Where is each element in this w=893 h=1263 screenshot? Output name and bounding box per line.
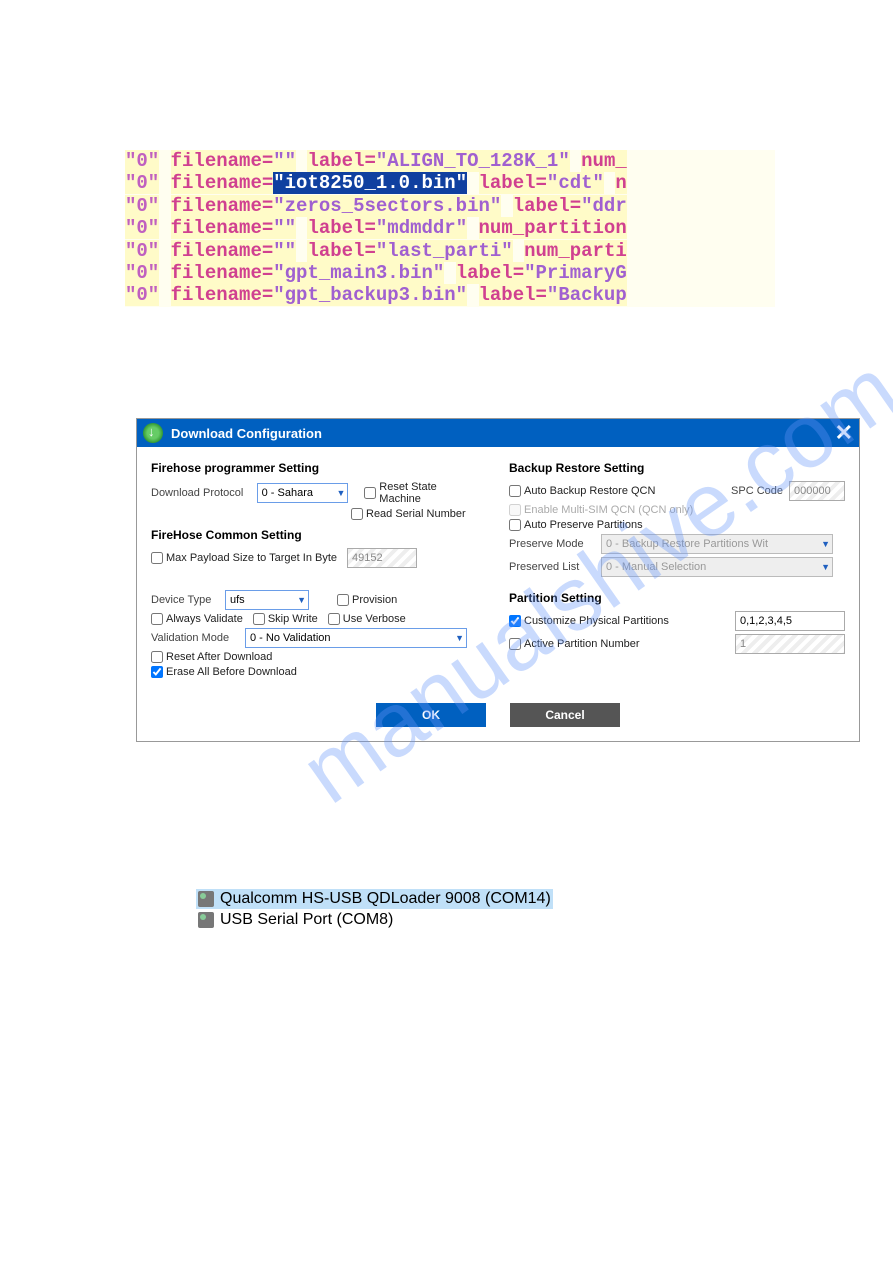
validation-mode-label: Validation Mode xyxy=(151,632,239,644)
ok-button[interactable]: OK xyxy=(376,703,486,727)
reset-state-machine-checkbox[interactable]: Reset State Machine xyxy=(364,481,481,505)
device-label: USB Serial Port (COM8) xyxy=(220,911,393,929)
always-validate-checkbox[interactable]: Always Validate xyxy=(151,613,243,625)
download-configuration-dialog: Download Configuration ✕ Firehose progra… xyxy=(136,418,860,742)
active-partition-number-checkbox[interactable]: Active Partition Number xyxy=(509,638,640,650)
spc-code-label: SPC Code xyxy=(731,485,783,497)
cancel-button[interactable]: Cancel xyxy=(510,703,620,727)
dialog-titlebar: Download Configuration ✕ xyxy=(137,419,859,447)
preserve-mode-label: Preserve Mode xyxy=(509,538,595,550)
firehose-common-title: FireHose Common Setting xyxy=(151,528,491,542)
device-label: Qualcomm HS-USB QDLoader 9008 (COM14) xyxy=(220,890,551,908)
preserve-mode-select: 0 - Backup Restore Partitions Wit xyxy=(601,534,833,554)
device-manager-list: Qualcomm HS-USB QDLoader 9008 (COM14) US… xyxy=(196,888,553,931)
enable-multi-sim-checkbox: Enable Multi-SIM QCN (QCN only) xyxy=(509,504,693,516)
partition-setting-title: Partition Setting xyxy=(509,591,845,605)
erase-all-checkbox[interactable]: Erase All Before Download xyxy=(151,666,297,678)
reset-after-download-checkbox[interactable]: Reset After Download xyxy=(151,651,272,663)
use-verbose-checkbox[interactable]: Use Verbose xyxy=(328,613,406,625)
customize-physical-checkbox[interactable]: Customize Physical Partitions xyxy=(509,615,669,627)
read-serial-number-checkbox[interactable]: Read Serial Number xyxy=(351,508,466,520)
preserved-list-label: Preserved List xyxy=(509,561,595,573)
device-item-qdloader[interactable]: Qualcomm HS-USB QDLoader 9008 (COM14) xyxy=(196,889,553,909)
backup-restore-title: Backup Restore Setting xyxy=(509,461,845,475)
dialog-title-text: Download Configuration xyxy=(171,426,322,441)
validation-mode-select[interactable]: 0 - No Validation xyxy=(245,628,467,648)
xml-code-snippet: "0" filename="" label="ALIGN_TO_128K_1" … xyxy=(125,150,775,307)
auto-preserve-partitions-checkbox[interactable]: Auto Preserve Partitions xyxy=(509,519,643,531)
device-type-label: Device Type xyxy=(151,594,219,606)
device-icon xyxy=(198,891,214,907)
download-protocol-select[interactable]: 0 - Sahara xyxy=(257,483,349,503)
device-icon xyxy=(198,912,214,928)
download-protocol-label: Download Protocol xyxy=(151,487,251,499)
preserved-list-select: 0 - Manual Selection xyxy=(601,557,833,577)
provision-checkbox[interactable]: Provision xyxy=(337,594,397,606)
device-type-select[interactable]: ufs xyxy=(225,590,309,610)
close-icon[interactable]: ✕ xyxy=(835,420,853,446)
spc-code-input[interactable]: 000000 xyxy=(789,481,845,501)
active-partition-input: 1 xyxy=(735,634,845,654)
firehose-programmer-title: Firehose programmer Setting xyxy=(151,461,491,475)
max-payload-input[interactable]: 49152 xyxy=(347,548,417,568)
customize-physical-input[interactable]: 0,1,2,3,4,5 xyxy=(735,611,845,631)
max-payload-checkbox[interactable]: Max Payload Size to Target In Byte xyxy=(151,552,337,564)
download-icon xyxy=(143,423,163,443)
skip-write-checkbox[interactable]: Skip Write xyxy=(253,613,318,625)
auto-backup-restore-qcn-checkbox[interactable]: Auto Backup Restore QCN xyxy=(509,485,655,497)
device-item-usb-serial[interactable]: USB Serial Port (COM8) xyxy=(196,910,553,930)
